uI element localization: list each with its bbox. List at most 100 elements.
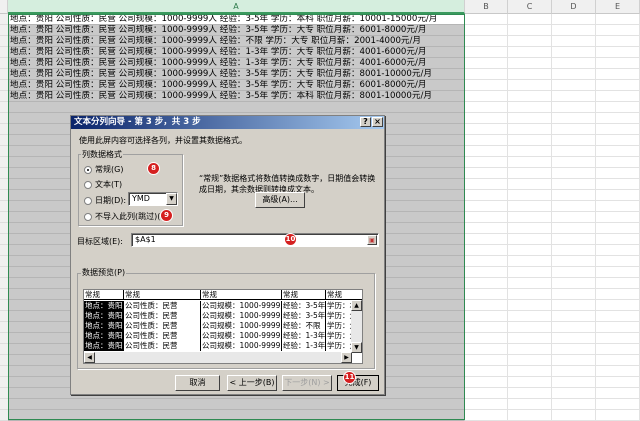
- row-header[interactable]: [0, 234, 8, 245]
- cell-a[interactable]: 地点：贵阳 公司性质：民营 公司规模：1000-9999人 经验：3-5年 学历…: [8, 80, 465, 91]
- cell[interactable]: [596, 146, 640, 157]
- cell[interactable]: [508, 146, 552, 157]
- row-header[interactable]: [0, 388, 8, 399]
- scroll-down-icon[interactable]: ▼: [351, 342, 362, 353]
- cell[interactable]: [465, 223, 508, 234]
- cell-a[interactable]: [8, 410, 465, 421]
- cell[interactable]: [508, 344, 552, 355]
- row-header[interactable]: [0, 69, 8, 80]
- cell[interactable]: [508, 113, 552, 124]
- cell[interactable]: [465, 377, 508, 388]
- cell[interactable]: [508, 80, 552, 91]
- cell[interactable]: [552, 267, 596, 278]
- cell[interactable]: [596, 300, 640, 311]
- cell[interactable]: [465, 245, 508, 256]
- cell[interactable]: [552, 311, 596, 322]
- cell[interactable]: [596, 69, 640, 80]
- cell[interactable]: [508, 300, 552, 311]
- cell[interactable]: [552, 399, 596, 410]
- cell[interactable]: [596, 388, 640, 399]
- data-preview[interactable]: 常规常规常规常规常规常规地点：贵阳公司性质：民营公司规模：1000-9999人经…: [83, 289, 363, 364]
- cell[interactable]: [508, 256, 552, 267]
- cell[interactable]: [465, 157, 508, 168]
- preview-column-header[interactable]: 常规: [326, 290, 362, 300]
- row-header[interactable]: [0, 80, 8, 91]
- cell[interactable]: [508, 190, 552, 201]
- cell[interactable]: [465, 278, 508, 289]
- cell[interactable]: [552, 388, 596, 399]
- cell[interactable]: [596, 234, 640, 245]
- cell[interactable]: [465, 333, 508, 344]
- cell[interactable]: [596, 179, 640, 190]
- cell[interactable]: [596, 135, 640, 146]
- scroll-up-icon[interactable]: ▲: [351, 300, 362, 311]
- cell[interactable]: [465, 234, 508, 245]
- cell[interactable]: [552, 135, 596, 146]
- cell[interactable]: [508, 234, 552, 245]
- cell[interactable]: [552, 14, 596, 25]
- cell[interactable]: [552, 113, 596, 124]
- cancel-button[interactable]: 取消: [175, 375, 220, 391]
- cell[interactable]: [596, 366, 640, 377]
- row-header[interactable]: [0, 190, 8, 201]
- row-header[interactable]: [0, 201, 8, 212]
- cell[interactable]: [596, 377, 640, 388]
- cell[interactable]: [552, 190, 596, 201]
- cell-a[interactable]: 地点：贵阳 公司性质：民营 公司规模：1000-9999人 经验：3-5年 学历…: [8, 91, 465, 102]
- cell[interactable]: [508, 14, 552, 25]
- cell[interactable]: [465, 201, 508, 212]
- cell[interactable]: [508, 201, 552, 212]
- cell[interactable]: [465, 355, 508, 366]
- cell[interactable]: [508, 388, 552, 399]
- cell[interactable]: [508, 91, 552, 102]
- cell[interactable]: [465, 179, 508, 190]
- close-button[interactable]: ×: [372, 117, 383, 127]
- cell[interactable]: [508, 322, 552, 333]
- cell[interactable]: [552, 245, 596, 256]
- cell[interactable]: [508, 69, 552, 80]
- row-header[interactable]: [0, 212, 8, 223]
- cell[interactable]: [465, 113, 508, 124]
- row-header[interactable]: [0, 58, 8, 69]
- cell[interactable]: [465, 146, 508, 157]
- row-header[interactable]: [0, 399, 8, 410]
- cell[interactable]: [465, 80, 508, 91]
- cell[interactable]: [508, 366, 552, 377]
- row-header[interactable]: [0, 146, 8, 157]
- cell[interactable]: [552, 212, 596, 223]
- cell[interactable]: [552, 234, 596, 245]
- column-header-a[interactable]: A: [8, 0, 465, 14]
- cell[interactable]: [508, 410, 552, 421]
- cell[interactable]: [552, 36, 596, 47]
- vertical-scrollbar[interactable]: ▲ ▼: [351, 300, 362, 353]
- row-header[interactable]: [0, 47, 8, 58]
- cell[interactable]: [465, 322, 508, 333]
- cell[interactable]: [465, 212, 508, 223]
- cell[interactable]: [552, 410, 596, 421]
- radio-general[interactable]: 常规(G): [84, 164, 123, 175]
- cell[interactable]: [508, 399, 552, 410]
- cell[interactable]: [508, 47, 552, 58]
- cell-a[interactable]: 地点：贵阳 公司性质：民营 公司规模：1000-9999人 经验：1-3年 学历…: [8, 47, 465, 58]
- row-header[interactable]: [0, 322, 8, 333]
- cell[interactable]: [596, 245, 640, 256]
- cell[interactable]: [465, 102, 508, 113]
- cell[interactable]: [552, 179, 596, 190]
- row-header[interactable]: [0, 91, 8, 102]
- cell[interactable]: [508, 377, 552, 388]
- cell[interactable]: [552, 47, 596, 58]
- cell[interactable]: [596, 201, 640, 212]
- cell[interactable]: [552, 168, 596, 179]
- row-header[interactable]: [0, 223, 8, 234]
- cell[interactable]: [552, 157, 596, 168]
- cell[interactable]: [508, 124, 552, 135]
- cell[interactable]: [508, 212, 552, 223]
- row-header[interactable]: [0, 344, 8, 355]
- help-button[interactable]: ?: [360, 117, 371, 127]
- cell-a[interactable]: 地点：贵阳 公司性质：民营 公司规模：1000-9999人 经验：3-5年 学历…: [8, 14, 465, 25]
- cell[interactable]: [552, 25, 596, 36]
- select-all-corner[interactable]: [0, 0, 8, 14]
- cell[interactable]: [508, 289, 552, 300]
- preview-column-header[interactable]: 常规: [201, 290, 282, 300]
- cell[interactable]: [552, 102, 596, 113]
